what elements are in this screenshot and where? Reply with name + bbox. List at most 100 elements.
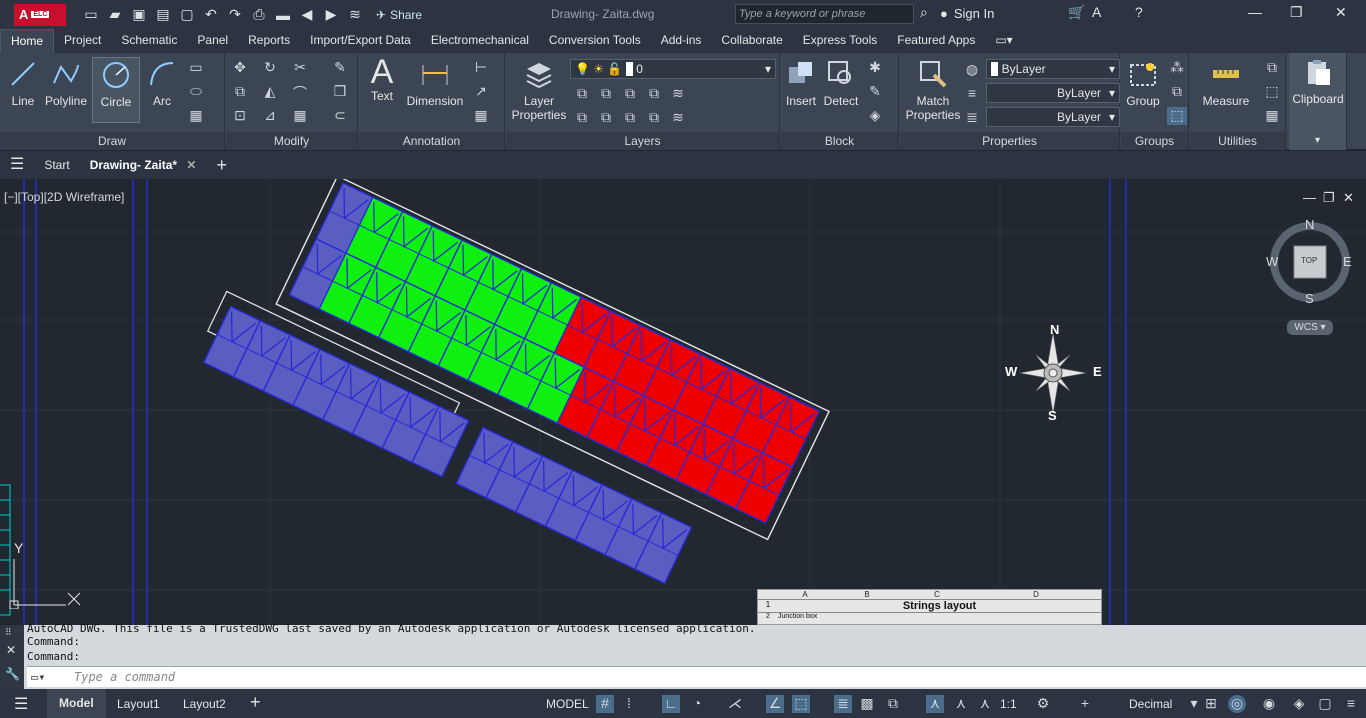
ribbon-tab-schematic[interactable]: Schematic [111,29,187,53]
grid-toggle-icon[interactable]: # [596,695,614,713]
annotation-scale-icon[interactable]: ⋏ [976,695,994,713]
share-button[interactable]: ✈ Share [376,8,422,22]
group-edit-icon[interactable]: ⧉ [1167,83,1187,101]
leader-icon[interactable]: ↗ [471,83,491,101]
command-line-handle[interactable]: ⠿ ✕ 🔧 [0,625,24,689]
insert-tool[interactable]: Insert [783,59,819,108]
block-panel-title[interactable]: Block [781,132,898,150]
groups-panel-title[interactable]: Groups [1121,132,1188,150]
stretch-icon[interactable]: ⊡ [230,107,250,125]
folder-icon[interactable]: ▬ [274,6,292,24]
snap-toggle-icon[interactable]: ⁞ [620,695,638,713]
layout-list-icon[interactable]: ☰ [14,694,28,714]
text-tool[interactable]: A Text [365,55,399,103]
close-icon[interactable]: ✕ [1335,4,1347,21]
layer-tool-icon-10[interactable]: ≋ [668,109,688,127]
sign-in-button[interactable]: ● Sign In [940,6,994,21]
strings-layout-table[interactable]: A B C D 1 Strings layout 2 Junction box [757,589,1102,625]
modify-panel-title[interactable]: Modify [226,132,357,150]
hardware-acceleration-icon[interactable]: ◉ [1260,695,1278,713]
polar-tracking-icon[interactable]: ◔ [688,695,706,713]
fillet-icon[interactable]: ⌒ [290,83,310,101]
viewport-close-icon[interactable]: ✕ [1343,190,1354,206]
ribbon-tab-import-export-data[interactable]: Import/Export Data [300,29,421,53]
layer-tool-icon-5[interactable]: ≋ [668,85,688,103]
clipboard-tool[interactable]: Clipboard [1291,57,1345,106]
explode-icon[interactable]: ❒ [330,83,350,101]
compass-e-label[interactable]: E [1343,254,1352,269]
customization-icon[interactable]: ≡ [1342,695,1360,713]
save-as-icon[interactable]: ▤ [154,6,172,24]
viewcube[interactable]: TOP N S E W [1266,217,1352,306]
compass-n-label[interactable]: N [1305,217,1314,232]
rectangle-icon[interactable]: ▭ [186,59,206,77]
annotation-monitor-icon[interactable]: + [1076,695,1094,713]
offset-icon[interactable]: ⊂ [330,107,350,125]
annotation-visibility-icon[interactable]: ⋏ [926,695,944,713]
start-tab[interactable]: Start [34,151,79,179]
autodesk-account-icon[interactable]: A [1092,4,1101,20]
selection-cycling-icon[interactable]: ⧉ [884,695,902,713]
ribbon-tab-featured-apps[interactable]: Featured Apps [887,29,985,53]
drawing-svg[interactable] [0,179,1366,625]
command-prompt-icon[interactable]: ▭▾ [31,670,45,684]
ribbon-tab-collaborate[interactable]: Collaborate [711,29,792,53]
edit-block-icon[interactable]: ✎ [865,83,885,101]
linetype-icon[interactable]: ≡ [962,85,982,103]
erase-icon[interactable]: ✎ [330,59,350,77]
lineweight-toggle-icon[interactable]: ≣ [834,695,852,713]
select-all-icon[interactable]: ⬚ [1262,83,1282,101]
table-icon[interactable]: ▦ [471,107,491,125]
new-tab-plus-icon[interactable]: + [206,151,237,179]
ellipse-icon[interactable]: ⬭ [186,83,206,101]
annotation-scale-value[interactable]: 1:1 [1000,697,1017,711]
layer-tool-icon-7[interactable]: ⧉ [596,109,616,127]
viewcube-top-face[interactable]: TOP [1301,256,1317,265]
clipboard-panel[interactable]: Clipboard ▾ [1289,53,1347,150]
group-tool[interactable]: Group [1123,59,1163,108]
ribbon-tab-express-tools[interactable]: Express Tools [793,29,887,53]
undo-icon[interactable]: ↶ [202,6,220,24]
move-icon[interactable]: ✥ [230,59,250,77]
lock-ui-icon[interactable]: ◎ [1228,695,1246,713]
layer-tool-icon-4[interactable]: ⧉ [644,85,664,103]
layers-panel-title[interactable]: Layers [506,132,779,150]
hamburger-menu-icon[interactable]: ☰ [0,151,34,179]
block-attributes-icon[interactable]: ◈ [865,107,885,125]
polyline-tool[interactable]: Polyline [44,59,88,108]
scale-icon[interactable]: ⊿ [260,107,280,125]
ribbon-tab-add-ins[interactable]: Add-ins [651,29,712,53]
transparency-icon[interactable]: ▩ [858,695,876,713]
forward-icon[interactable]: ▶ [322,6,340,24]
properties-panel-title[interactable]: Properties [900,132,1119,150]
ortho-toggle-icon[interactable]: ∟ [662,695,680,713]
search-input[interactable]: Type a keyword or phrase [735,4,914,24]
ribbon-tab-reports[interactable]: Reports [238,29,300,53]
search-icon[interactable]: ⌕ [920,4,928,21]
layer-dropdown[interactable]: 💡 ☀ 🔓 ■ 0 ▾ [570,59,776,79]
color-wheel-icon[interactable]: ◍ [962,61,982,79]
drawing-tab[interactable]: Drawing- Zaita* ✕ [80,151,207,179]
viewport-controls-label[interactable]: [−][Top][2D Wireframe] [4,190,124,204]
customize-wrench-icon[interactable]: 🔧 [5,667,20,681]
close-tab-icon[interactable]: ✕ [186,158,196,172]
object-snap-tracking-icon[interactable]: ∠ [766,695,784,713]
close-command-line-icon[interactable]: ✕ [6,643,16,657]
mirror-icon[interactable]: ◭ [260,83,280,101]
layout1-tab[interactable]: Layout1 [117,697,160,711]
ungroup-icon[interactable]: ⁂ [1167,59,1187,77]
compass-w-label[interactable]: W [1266,254,1278,269]
compass-s-label[interactable]: S [1305,291,1314,306]
pv-array-layout[interactable] [195,179,830,615]
plot-icon[interactable]: ▢ [178,6,196,24]
north-arrow-rose[interactable] [1020,327,1090,417]
utilities-panel-title[interactable]: Utilities [1190,132,1285,150]
help-icon[interactable]: ? [1135,4,1143,20]
group-select-icon[interactable]: ⬚ [1167,107,1187,125]
hatch-icon[interactable]: ▦ [186,107,206,125]
quick-select-icon[interactable]: ⧉ [1262,59,1282,77]
back-icon[interactable]: ◀ [298,6,316,24]
clean-screen-icon[interactable]: ▢ [1316,695,1334,713]
draw-panel-title[interactable]: Draw [0,132,224,150]
layer-tool-icon-3[interactable]: ⧉ [620,85,640,103]
